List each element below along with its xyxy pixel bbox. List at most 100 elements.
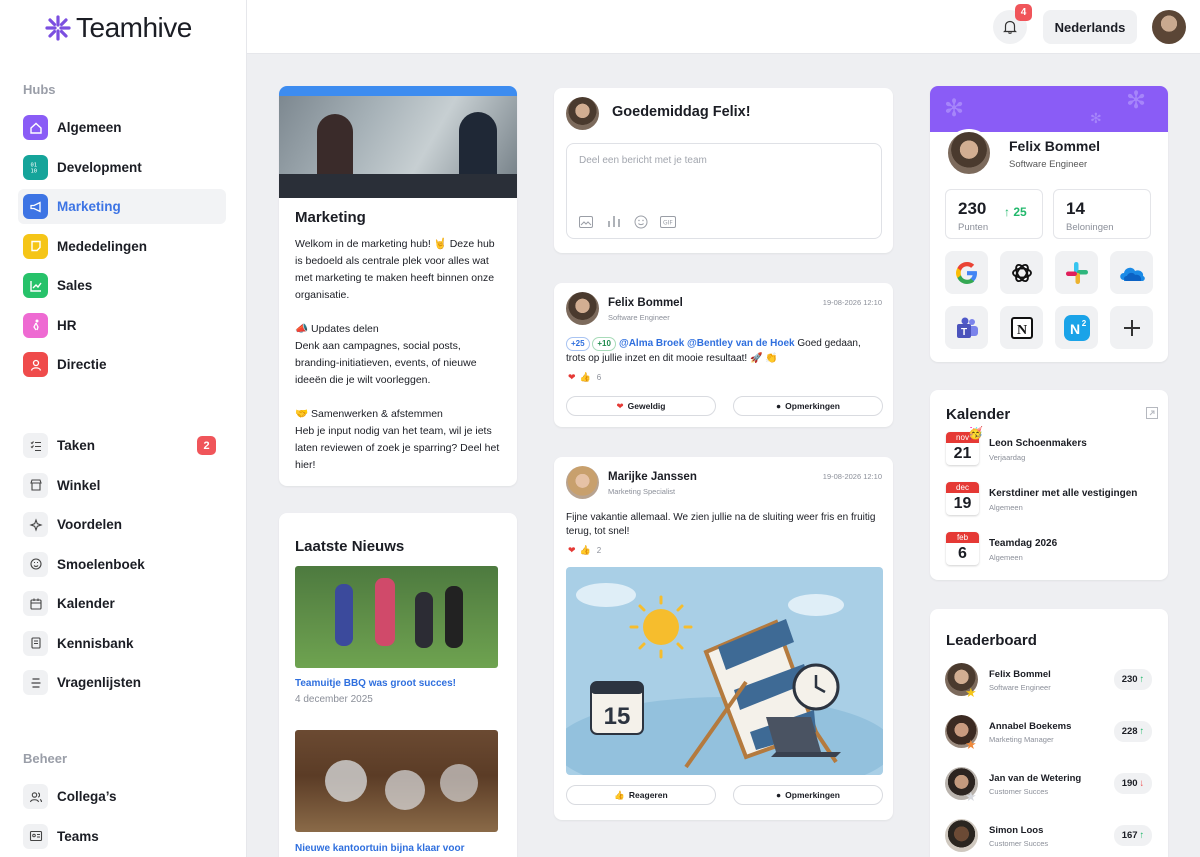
news-image[interactable]	[295, 566, 498, 668]
heart-icon: ❤	[616, 400, 624, 411]
sidebar-item-label: Kennisbank	[57, 635, 134, 651]
event-subtitle: Algemeen	[989, 553, 1023, 562]
sidebar-item-vragenlijsten[interactable]: Vragenlijsten	[18, 665, 226, 700]
profile-name: Felix Bommel	[1009, 138, 1101, 154]
external-link-icon[interactable]	[1146, 407, 1158, 419]
n2-icon: N2	[1063, 314, 1090, 341]
news-item-title[interactable]: Teamuitje BBQ was groot succes!	[295, 678, 456, 689]
post-reactions[interactable]: ❤ 👍 2	[568, 545, 601, 556]
post-author-name[interactable]: Felix Bommel	[608, 297, 683, 309]
event-subtitle: Algemeen	[989, 503, 1023, 512]
post-illustration[interactable]: 15	[566, 567, 883, 775]
leaderboard-avatar	[945, 819, 978, 852]
app-openai[interactable]	[1000, 251, 1043, 294]
app-notion[interactable]: N	[1000, 306, 1043, 349]
image-icon[interactable]	[579, 216, 593, 228]
trend-up-icon: ↑	[1139, 674, 1145, 685]
event-day: 6	[958, 545, 967, 562]
add-app-button[interactable]	[1110, 306, 1153, 349]
points-delta-value: 25	[1013, 205, 1027, 219]
sidebar-item-taken[interactable]: Taken 2	[18, 428, 226, 463]
leaderboard-name: Felix Bommel	[989, 669, 1051, 680]
trend-up-icon: ↑	[1139, 830, 1145, 841]
party-emoji-icon: 🥳	[968, 426, 983, 440]
leaderboard-role: Software Engineer	[989, 683, 1051, 692]
app-onedrive[interactable]	[1110, 251, 1153, 294]
profile-avatar[interactable]	[945, 129, 993, 177]
post-author-avatar[interactable]	[566, 292, 599, 325]
news-image[interactable]	[295, 730, 498, 832]
hub-card-accent	[279, 86, 517, 96]
leaderboard-row[interactable]: ★ Annabel Boekems Marketing Manager 228 ↑	[930, 713, 1168, 753]
app-google[interactable]	[945, 251, 988, 294]
leaderboard-row[interactable]: Simon Loos Customer Succes 167 ↑	[930, 817, 1168, 857]
sidebar-item-label: HR	[57, 317, 77, 333]
event-title[interactable]: Teamdag 2026	[989, 538, 1057, 549]
list-icon	[23, 670, 48, 695]
home-icon	[23, 115, 48, 140]
event-day: 19	[953, 495, 972, 512]
points-stat[interactable]: 230 Punten ↑ 25	[945, 189, 1043, 239]
post-mentions[interactable]: @Alma Broek @Bentley van de Hoek	[619, 338, 795, 349]
react-button[interactable]: ❤ Geweldig	[566, 396, 716, 416]
sidebar-item-voordelen[interactable]: Voordelen	[18, 507, 226, 542]
sidebar-item-directie[interactable]: Directie	[18, 347, 226, 382]
event-date: feb 6	[946, 532, 979, 565]
news-item-title[interactable]: Nieuwe kantoortuin bijna klaar voor	[295, 843, 464, 854]
hubs-nav: Algemeen 01 10 Development Marketing Mede…	[18, 110, 226, 387]
composer-avatar	[566, 97, 599, 130]
sidebar-item-sales[interactable]: Sales	[18, 268, 226, 303]
rewards-stat[interactable]: 14 Beloningen	[1053, 189, 1151, 239]
event-subtitle: Verjaardag	[989, 453, 1026, 462]
comments-button-label: Opmerkingen	[785, 790, 840, 800]
app-n2[interactable]: N2	[1055, 306, 1098, 349]
user-avatar[interactable]	[1152, 10, 1186, 44]
emoji-icon[interactable]	[634, 215, 648, 229]
gif-icon[interactable]: GIF	[660, 216, 676, 228]
profile-role: Software Engineer	[1009, 159, 1088, 170]
comments-button[interactable]: ● Opmerkingen	[733, 785, 883, 805]
post-author-avatar[interactable]	[566, 466, 599, 499]
app-slack[interactable]	[1055, 251, 1098, 294]
thumbs-up-icon: 👍	[579, 545, 591, 555]
points-label: Punten	[958, 222, 989, 233]
leaderboard-score: 228 ↑	[1114, 721, 1152, 742]
event-title[interactable]: Leon Schoenmakers	[989, 438, 1087, 449]
poll-icon[interactable]	[607, 215, 621, 228]
post-reactions[interactable]: ❤ 👍 6	[568, 372, 601, 383]
post-composer-input[interactable]: Deel een bericht met je team GIF	[566, 143, 882, 239]
app-teams[interactable]: T	[945, 306, 988, 349]
notion-icon: N	[1010, 316, 1033, 339]
comments-button[interactable]: ● Opmerkingen	[733, 396, 883, 416]
sidebar-item-kalender[interactable]: Kalender	[18, 586, 226, 621]
leaderboard-name: Jan van de Wetering	[989, 773, 1082, 784]
leaderboard-row[interactable]: ★ Jan van de Wetering Customer Succes 19…	[930, 765, 1168, 805]
teamhive-logo-icon	[45, 15, 71, 41]
sparkle-icon: ✻	[944, 95, 965, 122]
score-value: 167	[1121, 830, 1138, 841]
sidebar-item-teams[interactable]: Teams	[18, 819, 226, 854]
hub-section-text: Denk aan campagnes, social posts, brandi…	[295, 340, 477, 386]
event-title[interactable]: Kerstdiner met alle vestigingen	[989, 488, 1137, 499]
sidebar-item-mededelingen[interactable]: Mededelingen	[18, 229, 226, 264]
sidebar-item-smoelenboek[interactable]: Smoelenboek	[18, 547, 226, 582]
sidebar-item-hr[interactable]: HR	[18, 308, 226, 343]
logo[interactable]: Teamhive	[44, 12, 192, 44]
bell-icon	[1003, 20, 1017, 34]
composer-placeholder: Deel een bericht met je team	[579, 155, 707, 166]
post-author-name[interactable]: Marijke Janssen	[608, 471, 697, 483]
sidebar-item-marketing[interactable]: Marketing	[18, 189, 226, 224]
plus-icon	[1123, 319, 1140, 336]
leaderboard-row[interactable]: ★ Felix Bommel Software Engineer 230 ↑	[930, 661, 1168, 701]
sidebar-item-development[interactable]: 01 10 Development	[18, 150, 226, 185]
heart-icon: ❤	[568, 545, 576, 555]
sidebar-item-kennisbank[interactable]: Kennisbank	[18, 626, 226, 661]
event-month: feb	[946, 532, 979, 543]
rewards-value: 14	[1066, 199, 1085, 218]
reply-button[interactable]: 👍 Reageren	[566, 785, 716, 805]
language-selector[interactable]: Nederlands	[1043, 10, 1137, 44]
sidebar-item-winkel[interactable]: Winkel	[18, 468, 226, 503]
profile-card: ✻ ✻ ✻ Felix Bommel Software Engineer 230…	[930, 86, 1168, 362]
sidebar-item-algemeen[interactable]: Algemeen	[18, 110, 226, 145]
sidebar-item-collegas[interactable]: Collega’s	[18, 779, 226, 814]
